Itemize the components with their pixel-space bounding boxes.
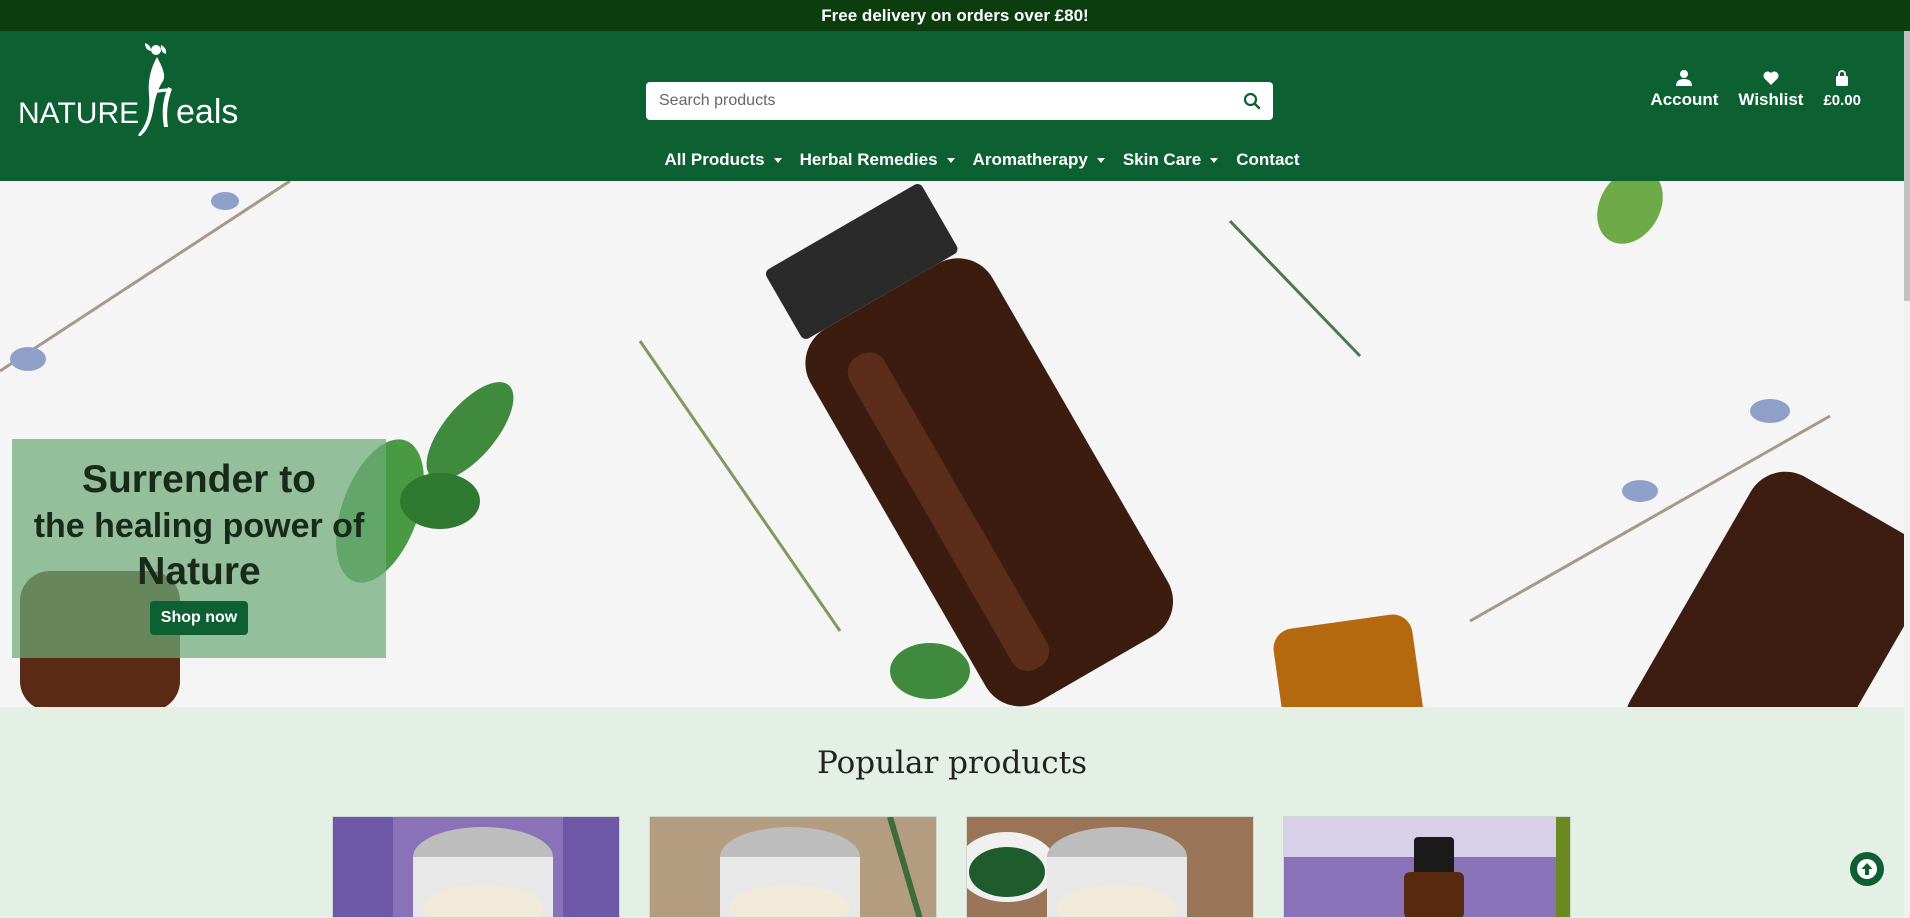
cart-total: £0.00 <box>1823 92 1861 109</box>
product-image <box>333 817 619 917</box>
heart-icon <box>1763 71 1779 85</box>
product-card[interactable] <box>649 816 937 918</box>
main-nav: All Products Herbal Remedies Aromatherap… <box>0 144 1904 176</box>
product-card[interactable] <box>332 816 620 918</box>
scrollbar-thumb[interactable] <box>1904 31 1910 301</box>
promo-message: Free delivery on orders over £80! <box>821 5 1089 25</box>
nav-label: All Products <box>664 150 765 169</box>
account-link[interactable]: Account <box>1650 69 1718 110</box>
arrow-up-icon <box>1857 859 1877 879</box>
nav-aromatherapy[interactable]: Aromatherapy <box>965 144 1113 176</box>
popular-products-section: Popular products <box>0 707 1904 918</box>
wishlist-link[interactable]: Wishlist <box>1738 69 1803 110</box>
section-title: Popular products <box>816 745 1087 781</box>
nav-label: Herbal Remedies <box>799 150 938 169</box>
search-bar <box>646 82 1273 120</box>
nav-label: Skin Care <box>1122 150 1202 169</box>
back-to-top-button[interactable] <box>1850 852 1884 886</box>
page-scrollbar[interactable] <box>1904 31 1910 918</box>
logo-text-nature: NATURE <box>18 97 139 130</box>
product-card[interactable] <box>966 816 1254 918</box>
user-icon <box>1676 70 1693 86</box>
nav-contact[interactable]: Contact <box>1228 144 1307 176</box>
caret-down-icon <box>946 157 955 163</box>
account-label: Account <box>1650 90 1719 109</box>
search-icon <box>1243 92 1261 110</box>
nav-herbal-remedies[interactable]: Herbal Remedies <box>792 144 963 176</box>
nav-skin-care[interactable]: Skin Care <box>1115 144 1226 176</box>
header-actions: Account Wishlist £0.00 <box>1650 69 1861 110</box>
hero-heading-line2: the healing power of <box>33 507 365 545</box>
shopping-bag-icon <box>1836 70 1849 86</box>
site-header: NATURE eals Account <box>0 31 1904 181</box>
promo-bar: Free delivery on orders over £80! <box>0 0 1910 31</box>
product-card[interactable] <box>1283 816 1571 918</box>
logo-graphic: NATURE eals <box>18 43 238 137</box>
shop-now-button[interactable]: Shop now <box>149 601 249 635</box>
product-image <box>650 817 936 917</box>
search-input[interactable] <box>646 82 1231 120</box>
caret-down-icon <box>1096 157 1105 163</box>
caret-down-icon <box>773 157 782 163</box>
logo-text-heals: eals <box>176 93 238 131</box>
caret-down-icon <box>1210 157 1219 163</box>
hero-card: Surrender to the healing power of Nature… <box>12 439 386 658</box>
cart-link[interactable]: £0.00 <box>1823 69 1861 110</box>
wishlist-label: Wishlist <box>1738 90 1804 109</box>
product-image <box>1284 817 1570 917</box>
nav-all-products[interactable]: All Products <box>656 144 789 176</box>
hero-banner: Surrender to the healing power of Nature… <box>0 181 1904 707</box>
search-button[interactable] <box>1231 82 1273 120</box>
nav-label: Aromatherapy <box>972 150 1088 169</box>
hero-heading-line3: Nature <box>137 550 261 593</box>
site-logo[interactable]: NATURE eals <box>18 41 258 137</box>
hero-heading-line1: Surrender to <box>81 458 317 501</box>
nav-label: Contact <box>1236 150 1300 169</box>
product-image <box>967 817 1253 917</box>
